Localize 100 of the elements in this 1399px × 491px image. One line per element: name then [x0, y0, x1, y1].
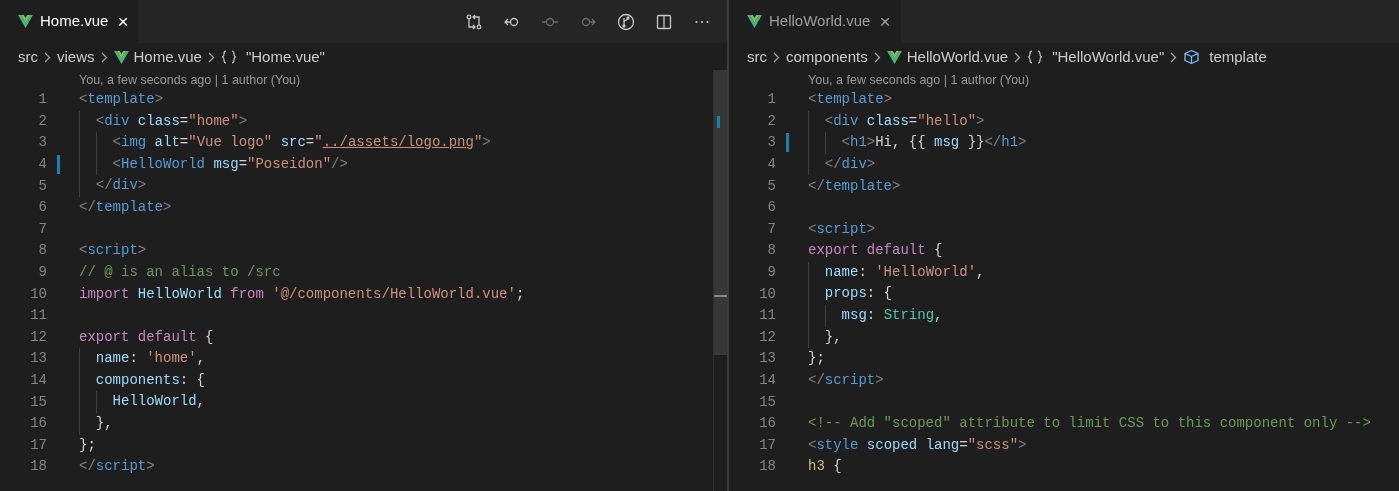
code-line: name: 'home',	[79, 348, 206, 370]
line-number: 12	[759, 327, 776, 347]
chevron-right-icon	[873, 51, 881, 63]
code-line: HelloWorld,	[79, 391, 205, 413]
code-line: },	[79, 412, 113, 435]
line-number: 11	[30, 306, 47, 326]
line-number: 4	[38, 155, 47, 175]
line-number: 10	[30, 284, 47, 304]
vue-file-icon	[113, 50, 129, 64]
line-number: 1	[767, 90, 776, 110]
line-number: 8	[38, 241, 47, 261]
line-number: 8	[767, 241, 776, 261]
code-line: <style scoped lang="scss">	[808, 435, 1027, 455]
code-line: </template>	[79, 198, 172, 218]
breadcrumb-item[interactable]: src	[18, 45, 38, 69]
scrollbar[interactable]	[713, 70, 727, 491]
chevron-right-icon	[44, 51, 51, 63]
line-number: 15	[30, 392, 47, 412]
braces-icon	[220, 50, 237, 64]
code-line: <!-- Add "scoped" attribute to limit CSS to this component only -->	[808, 414, 1371, 434]
chevron-right-icon	[207, 51, 215, 63]
editor-tab[interactable]: Home.vue ×	[0, 0, 139, 43]
code-line: msg: String,	[808, 304, 943, 327]
line-number: 6	[38, 198, 47, 218]
line-number: 16	[759, 414, 776, 434]
breadcrumb-item[interactable]: "Home.vue"	[245, 45, 325, 69]
line-number: 9	[38, 263, 47, 283]
chevron-right-icon	[100, 51, 108, 63]
line-number: 2	[38, 111, 47, 131]
code-line: <img alt="Vue logo" src="../assets/logo.png">	[79, 132, 491, 154]
vue-file-icon	[18, 15, 33, 28]
scrollbar-thumb[interactable]	[714, 70, 727, 355]
line-number: 1	[38, 90, 47, 110]
code-line: // @ is an alias to /src	[79, 263, 281, 283]
line-number: 11	[759, 306, 776, 326]
code-line: props: {	[808, 283, 893, 305]
close-tab-icon[interactable]: ×	[117, 12, 129, 31]
code-line: <template>	[79, 90, 164, 110]
breadcrumb-item[interactable]: src	[747, 45, 767, 69]
breadcrumb-item[interactable]: components	[786, 45, 868, 69]
code-line: <script>	[808, 219, 876, 239]
code-line: components: {	[79, 369, 206, 392]
code-line: h3 {	[808, 457, 842, 477]
code-line: <h1>Hi, {{ msg }}</h1>	[808, 132, 1027, 154]
vue-file-icon	[886, 50, 902, 64]
line-number: 10	[759, 284, 776, 304]
line-number: 5	[767, 176, 776, 196]
chevron-right-icon	[1014, 51, 1022, 63]
breadcrumb-item[interactable]: views	[57, 45, 95, 69]
breadcrumb-item[interactable]: "HelloWorld.vue"	[1052, 45, 1165, 69]
code-line: export default {	[79, 327, 214, 347]
line-number: 4	[767, 155, 776, 175]
line-number: 3	[767, 133, 776, 153]
line-number: 14	[759, 371, 776, 390]
codelens-text[interactable]: You, a few seconds ago | 1 author (You)	[79, 70, 301, 90]
code-line: </div>	[808, 153, 876, 176]
line-number: 18	[30, 457, 47, 477]
line-number: 3	[38, 133, 47, 153]
code-line: </script>	[79, 457, 155, 477]
code-line: <script>	[79, 241, 147, 261]
codelens-text[interactable]: You, a few seconds ago | 1 author (You)	[808, 70, 1030, 90]
code-line: };	[808, 349, 825, 369]
cube-icon	[1183, 49, 1201, 65]
line-number: 5	[38, 176, 47, 196]
editor-tab[interactable]: HelloWorld.vue ×	[729, 0, 901, 43]
code-line: import HelloWorld from '@/components/HelloWorld.vue';	[79, 284, 525, 304]
line-number: 13	[759, 349, 776, 369]
code-line: <HelloWorld msg="Poseidon"/>	[79, 153, 348, 176]
code-line: export default {	[808, 241, 943, 261]
code-line: <div class="home">	[79, 110, 248, 133]
line-number: 18	[759, 457, 776, 477]
code-line: },	[808, 326, 842, 349]
line-number: 12	[30, 327, 47, 347]
line-number: 16	[30, 414, 47, 434]
vue-file-icon	[747, 15, 762, 28]
code-line: <div class="hello">	[808, 110, 985, 133]
line-number: 9	[767, 263, 776, 283]
code-line: <template>	[808, 90, 893, 110]
line-number: 2	[767, 111, 776, 131]
cursor-marker	[714, 295, 727, 297]
close-tab-icon[interactable]: ×	[879, 12, 891, 31]
code-line: name: 'HelloWorld',	[808, 261, 985, 284]
line-number: 7	[767, 219, 776, 239]
line-number: 14	[30, 371, 47, 390]
line-number: 15	[759, 392, 776, 412]
breadcrumb-item[interactable]: HelloWorld.vue	[906, 45, 1009, 69]
chevron-right-icon	[773, 51, 780, 63]
code-line: </script>	[808, 371, 884, 390]
line-number: 6	[767, 198, 776, 218]
braces-icon	[1027, 50, 1044, 64]
line-number: 17	[759, 435, 776, 455]
line-number: 17	[30, 435, 47, 455]
code-line: };	[79, 435, 96, 455]
line-number: 7	[38, 219, 47, 239]
breadcrumb-item[interactable]: Home.vue	[133, 45, 202, 69]
code-line: </template>	[808, 176, 901, 196]
breadcrumb-item[interactable]: template	[1209, 45, 1267, 69]
line-number: 13	[30, 349, 47, 369]
chevron-right-icon	[1170, 51, 1178, 63]
code-line: </div>	[79, 175, 147, 197]
